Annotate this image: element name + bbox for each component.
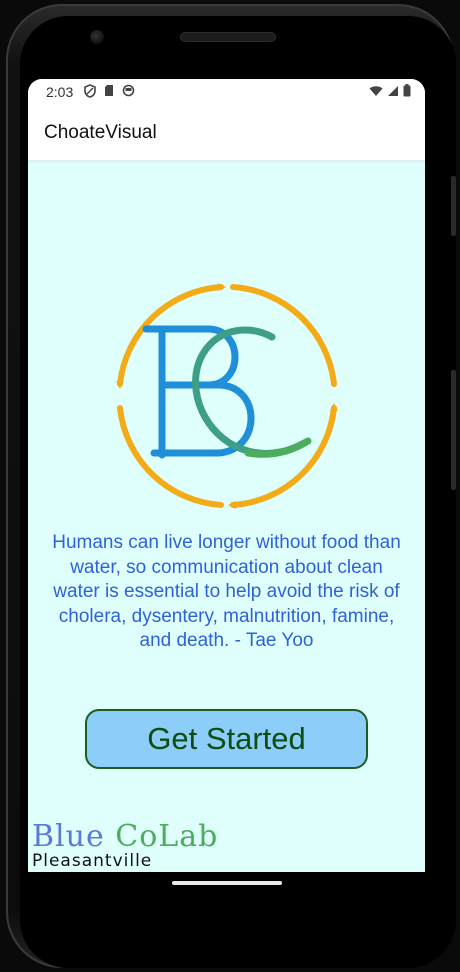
app-bar: ChoateVisual — [28, 105, 425, 161]
brand-blue-word: Blue — [32, 819, 105, 854]
power-button — [451, 370, 456, 490]
home-indicator[interactable] — [172, 881, 282, 885]
bc-logo — [112, 281, 342, 511]
device: 2:03 ChoateVisual Humans can live longer… — [0, 0, 460, 972]
brand-wordmark: Blue CoLab — [32, 819, 218, 854]
get-started-button[interactable]: Get Started — [85, 709, 368, 769]
quote-text: Humans can live longer without food than… — [52, 532, 401, 651]
brand-location: Pleasantville — [32, 851, 153, 871]
status-time: 2:03 — [46, 84, 74, 100]
volume-button — [451, 176, 456, 236]
bc-logo-graphic — [116, 283, 338, 509]
ring-segment — [117, 284, 224, 387]
earpiece-speaker — [180, 32, 276, 42]
app-screen: 2:03 ChoateVisual Humans can live longer… — [28, 79, 425, 872]
battery-icon — [403, 84, 411, 97]
app-title: ChoateVisual — [44, 122, 157, 143]
shield-icon — [84, 84, 96, 98]
ring-segment — [230, 284, 337, 387]
cellular-signal-icon — [388, 85, 398, 96]
front-camera — [90, 30, 104, 44]
status-bar: 2:03 — [28, 79, 425, 105]
circle-face-icon — [122, 84, 135, 97]
status-system-icons — [369, 84, 411, 97]
sd-card-icon — [105, 85, 113, 96]
footer-brand-logo: Blue CoLab Pleasantville — [32, 819, 272, 872]
status-notification-icons — [84, 84, 135, 98]
brand-green-word: CoLab — [115, 819, 219, 854]
wifi-icon — [369, 85, 383, 96]
